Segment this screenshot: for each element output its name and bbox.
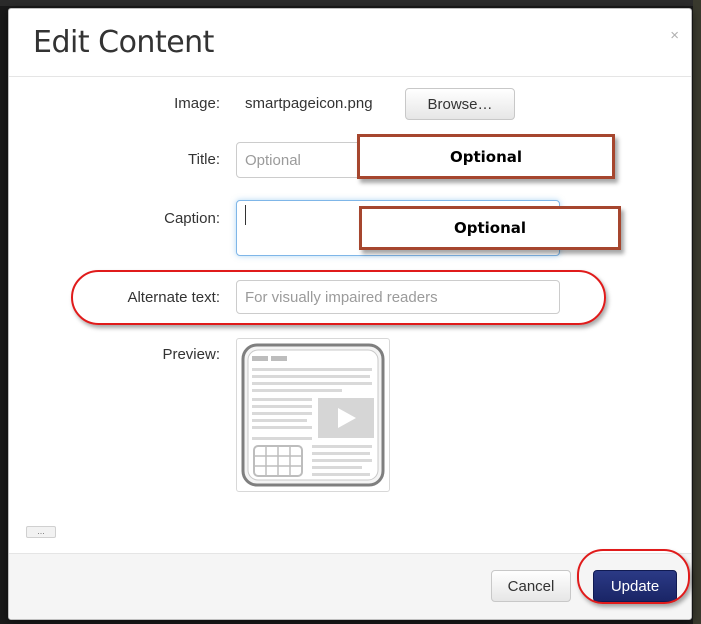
preview-frame: [236, 338, 390, 492]
image-filename: smartpageicon.png: [245, 95, 373, 112]
page-backdrop-edge: [693, 0, 701, 624]
alternate-text-label: Alternate text:: [127, 289, 220, 306]
title-placeholder: Optional: [245, 151, 301, 169]
more-options-button[interactable]: ...: [26, 526, 56, 538]
dialog-footer: Cancel Update: [9, 549, 691, 619]
caption-optional-callout: Optional: [359, 206, 621, 250]
dialog-title: Edit Content: [33, 25, 214, 60]
title-label: Title:: [188, 151, 220, 168]
smartpage-document-icon: [241, 343, 385, 487]
text-caret: [245, 205, 246, 225]
dialog-header: Edit Content ×: [9, 9, 691, 77]
page-backdrop: [0, 0, 701, 6]
close-icon[interactable]: ×: [670, 27, 679, 44]
preview-label: Preview:: [162, 346, 220, 363]
update-highlight-ring: [577, 549, 690, 604]
image-label: Image:: [174, 95, 220, 112]
browse-button[interactable]: Browse…: [405, 88, 515, 120]
alternate-text-input[interactable]: For visually impaired readers: [236, 280, 560, 314]
alternate-text-placeholder: For visually impaired readers: [245, 288, 438, 306]
cancel-button[interactable]: Cancel: [491, 570, 571, 602]
edit-content-dialog: Edit Content × Image: smartpageicon.png …: [8, 8, 692, 620]
title-optional-callout: Optional: [357, 134, 615, 179]
caption-label: Caption:: [164, 210, 220, 227]
